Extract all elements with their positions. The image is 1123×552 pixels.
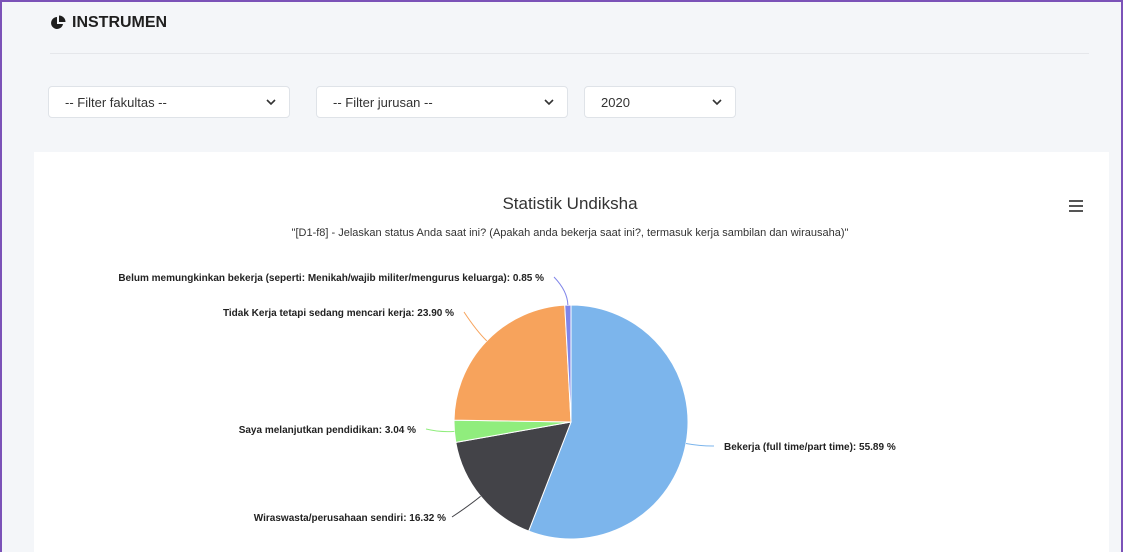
filter-year-select[interactable]: 2020 xyxy=(584,86,736,118)
chart-card: Statistik Undiksha "[D1-f8] - Jelaskan s… xyxy=(34,152,1109,552)
slice-label: Belum memungkinkan bekerja (seperti: Men… xyxy=(118,273,544,284)
slice-label: Tidak Kerja tetapi sedang mencari kerja:… xyxy=(223,308,454,319)
filter-jurusan-select[interactable]: -- Filter jurusan -- xyxy=(316,86,568,118)
slice-label: Saya melanjutkan pendidikan: 3.04 % xyxy=(239,425,416,436)
page-title: INSTRUMEN xyxy=(72,14,168,31)
slice-connector xyxy=(425,428,455,433)
filter-fakultas-value: -- Filter fakultas -- xyxy=(65,94,167,110)
page-header: INSTRUMEN xyxy=(50,14,167,32)
pie-chart: Statistik Undiksha "[D1-f8] - Jelaskan s… xyxy=(118,194,896,540)
hamburger-menu-icon[interactable] xyxy=(1069,200,1083,212)
chevron-down-icon xyxy=(266,99,276,106)
slice-connector xyxy=(685,443,715,447)
chart-subtitle: "[D1-f8] - Jelaskan status Anda saat ini… xyxy=(292,227,849,239)
header-divider xyxy=(50,53,1089,54)
slice-label: Wiraswasta/perusahaan sendiri: 16.32 % xyxy=(254,513,446,524)
chevron-down-icon xyxy=(712,99,722,106)
filter-fakultas-select[interactable]: -- Filter fakultas -- xyxy=(48,86,290,118)
chevron-down-icon xyxy=(544,99,554,106)
slice-connector xyxy=(463,311,488,342)
slice-connector xyxy=(451,495,481,518)
slice-connector xyxy=(553,276,569,306)
pie-chart-icon xyxy=(50,15,66,31)
chart-title: Statistik Undiksha xyxy=(502,194,638,213)
filter-jurusan-value: -- Filter jurusan -- xyxy=(333,94,433,110)
slice-label: Bekerja (full time/part time): 55.89 % xyxy=(724,442,896,453)
page-frame: INSTRUMEN -- Filter fakultas -- -- Filte… xyxy=(0,0,1123,552)
filter-year-value: 2020 xyxy=(601,94,630,110)
